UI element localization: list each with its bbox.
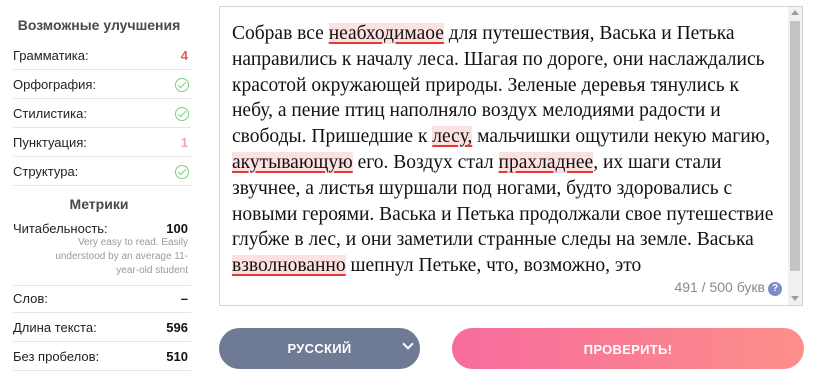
text-segment: Собрав все — [232, 23, 329, 44]
punctuation-row: Пунктуация: 1 — [13, 129, 191, 157]
text-segment: мальчишки ощутили некую магию, — [472, 126, 771, 148]
no-spaces-row: Без пробелов: 510 — [13, 343, 191, 371]
check-circle-icon — [175, 165, 189, 179]
structure-label: Структура: — [13, 164, 79, 179]
scroll-up-arrow-icon[interactable] — [791, 10, 799, 15]
words-label: Слов: — [13, 291, 48, 306]
check-circle-icon — [175, 107, 189, 121]
spelling-label: Орфография: — [13, 77, 97, 92]
length-label: Длина текста: — [13, 320, 97, 335]
no-spaces-count: 510 — [166, 349, 188, 364]
no-spaces-label: Без пробелов: — [13, 349, 100, 364]
error-word[interactable]: акутывающую — [232, 151, 353, 173]
style-row: Стилистика: — [13, 100, 191, 128]
metrics-title: Метрики — [69, 196, 129, 212]
check-circle-icon — [175, 78, 189, 92]
grammar-label: Грамматика: — [13, 48, 89, 63]
error-word[interactable]: лесу, — [432, 126, 473, 148]
help-icon[interactable]: ? — [768, 282, 782, 296]
scroll-thumb[interactable] — [790, 21, 800, 271]
length-row: Длина текста: 596 — [13, 314, 191, 342]
text-segment: шепнул Петьке, что, возможно, это — [345, 255, 642, 277]
spelling-row: Орфография: — [13, 71, 191, 99]
readability-row: Читабельность: 100 Very easy to read. Ea… — [13, 216, 191, 286]
text-segment: его. Воздух стал — [352, 151, 499, 173]
sidebar: Возможные улучшения Грамматика: 4 Орфогр… — [0, 0, 198, 376]
error-word[interactable]: взволнованно — [232, 255, 346, 277]
char-counter-text: 491 / 500 букв — [674, 279, 765, 295]
check-button-label: ПРОВЕРИТЬ! — [583, 342, 673, 357]
readability-score: 100 — [166, 221, 188, 236]
improvements-title: Возможные улучшения — [17, 17, 181, 33]
length-count: 596 — [166, 320, 188, 335]
structure-row: Структура: — [13, 158, 191, 186]
punctuation-count: 1 — [180, 135, 188, 150]
language-label: РУССКИЙ — [287, 341, 352, 356]
grammar-row: Грамматика: 4 — [13, 42, 191, 70]
readability-description: Very easy to read. Easily understood by … — [55, 237, 188, 276]
punctuation-label: Пунктуация: — [13, 135, 87, 150]
scroll-down-arrow-icon[interactable] — [791, 296, 799, 301]
error-word[interactable]: неабходимаое — [328, 23, 444, 44]
readability-label: Читабельность: — [13, 221, 108, 236]
char-counter: 491 / 500 букв? — [666, 277, 788, 299]
language-select[interactable]: РУССКИЙ — [219, 328, 420, 369]
editor-text[interactable]: Собрав все неабходимаое для путешествия,… — [232, 21, 784, 279]
error-word[interactable]: прахладнее — [498, 151, 594, 173]
check-button[interactable]: ПРОВЕРИТЬ! — [452, 328, 804, 369]
words-row: Слов: – — [13, 285, 191, 313]
style-label: Стилистика: — [13, 106, 87, 121]
grammar-count: 4 — [180, 48, 188, 63]
words-count: – — [180, 291, 188, 306]
editor-scrollbar[interactable] — [788, 7, 802, 305]
app-root: Возможные улучшения Грамматика: 4 Орфогр… — [0, 0, 818, 376]
text-editor[interactable]: Собрав все неабходимаое для путешествия,… — [219, 6, 803, 306]
